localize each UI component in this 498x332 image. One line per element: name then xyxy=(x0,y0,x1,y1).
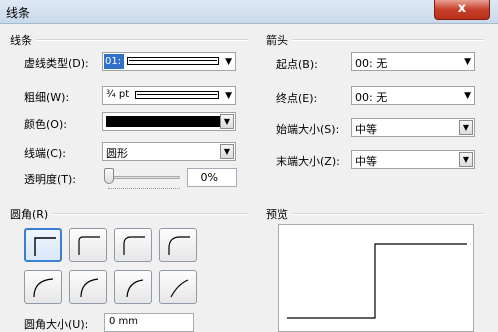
end-size-dropdown[interactable]: 中等 ▼ xyxy=(351,150,475,169)
corner-round-medium-icon xyxy=(123,236,145,255)
transparency-label: 透明度(T): xyxy=(24,173,77,186)
chevron-down-icon: ▼ xyxy=(464,91,471,101)
corner-style-button-7[interactable] xyxy=(114,270,152,304)
weight-label: 粗细(W): xyxy=(24,91,70,104)
transparency-slider-thumb[interactable] xyxy=(104,168,114,184)
arrow-end-label: 终点(E): xyxy=(276,92,318,105)
end-size-label: 末端大小(Z): xyxy=(276,155,340,168)
chevron-down-icon: ▼ xyxy=(220,114,234,129)
preview-group-divider xyxy=(266,213,484,215)
slider-ticks xyxy=(108,188,180,192)
corner-style-button-5[interactable] xyxy=(24,270,62,304)
corner-arc-large-icon xyxy=(126,279,144,298)
corner-arc-medium-icon xyxy=(80,278,99,298)
arrow-end-value: 00: 无 xyxy=(355,91,388,104)
corner-style-button-1[interactable] xyxy=(24,228,62,262)
cap-dropdown[interactable]: 圆形 ▼ xyxy=(102,142,236,161)
chevron-down-icon: ▼ xyxy=(225,57,232,67)
corner-round-small-icon xyxy=(78,236,100,255)
corner-style-button-6[interactable] xyxy=(69,270,107,304)
chevron-down-icon: ▼ xyxy=(459,152,473,167)
cap-value: 圆形 xyxy=(106,147,128,160)
color-label: 颜色(O): xyxy=(24,118,67,131)
corner-size-label: 圆角大小(U): xyxy=(24,318,89,331)
weight-line-sample xyxy=(135,91,219,99)
close-button[interactable]: x xyxy=(434,0,490,20)
arrow-group-divider xyxy=(266,39,484,41)
chevron-down-icon: ▼ xyxy=(464,57,471,67)
title-bar[interactable]: 线条 x xyxy=(0,0,498,24)
corner-group-title: 圆角(R) xyxy=(10,206,53,222)
start-size-label: 始端大小(S): xyxy=(276,123,340,136)
dash-line-sample xyxy=(127,57,219,65)
dash-type-dropdown[interactable]: 01: ▼ xyxy=(102,52,236,71)
preview-panel xyxy=(278,224,474,332)
corner-arc-small-icon xyxy=(33,278,54,298)
preview-line-drawing xyxy=(287,243,467,319)
corner-diagonal-icon xyxy=(170,279,189,298)
window-title: 线条 xyxy=(6,6,31,20)
transparency-input[interactable]: 0% xyxy=(187,168,237,187)
arrow-end-dropdown[interactable]: 00: 无 ▼ xyxy=(351,86,475,105)
transparency-value: 0% xyxy=(200,171,218,184)
arrow-group-title: 箭头 xyxy=(266,32,292,48)
transparency-slider-track[interactable] xyxy=(108,176,180,179)
arrow-start-dropdown[interactable]: 00: 无 ▼ xyxy=(351,52,475,71)
end-size-value: 中等 xyxy=(355,155,377,168)
line-group-divider xyxy=(10,39,248,41)
weight-dropdown[interactable]: ¾ pt ▼ xyxy=(102,86,236,105)
chevron-down-icon: ▼ xyxy=(459,120,473,135)
corner-style-button-8[interactable] xyxy=(159,270,197,304)
arrow-start-value: 00: 无 xyxy=(355,57,388,70)
line-dialog: 线条 x 线条 虚线类型(D): 01: ▼ 粗细(W): ¾ pt ▼ 颜色(… xyxy=(0,0,498,332)
corner-size-input[interactable]: 0 mm xyxy=(104,313,194,332)
start-size-value: 中等 xyxy=(355,123,377,136)
start-size-dropdown[interactable]: 中等 ▼ xyxy=(351,118,475,137)
chevron-down-icon: ▼ xyxy=(225,91,232,101)
corner-round-large-icon xyxy=(168,236,190,255)
corner-square-icon xyxy=(34,237,56,256)
dash-type-label: 虚线类型(D): xyxy=(24,57,89,70)
weight-value: ¾ pt xyxy=(106,89,130,100)
arrow-start-label: 起点(B): xyxy=(276,58,318,71)
corner-size-value: 0 mm xyxy=(109,316,139,327)
corner-style-button-4[interactable] xyxy=(159,228,197,262)
chevron-down-icon: ▼ xyxy=(220,144,234,159)
cap-label: 线端(C): xyxy=(24,147,66,160)
color-dropdown[interactable]: ▼ xyxy=(102,112,236,131)
dash-type-value: 01: xyxy=(104,54,124,69)
corner-style-button-3[interactable] xyxy=(114,228,152,262)
line-group-title: 线条 xyxy=(10,32,36,48)
color-swatch xyxy=(106,116,222,127)
corner-style-button-2[interactable] xyxy=(69,228,107,262)
preview-group-title: 预览 xyxy=(266,206,292,222)
